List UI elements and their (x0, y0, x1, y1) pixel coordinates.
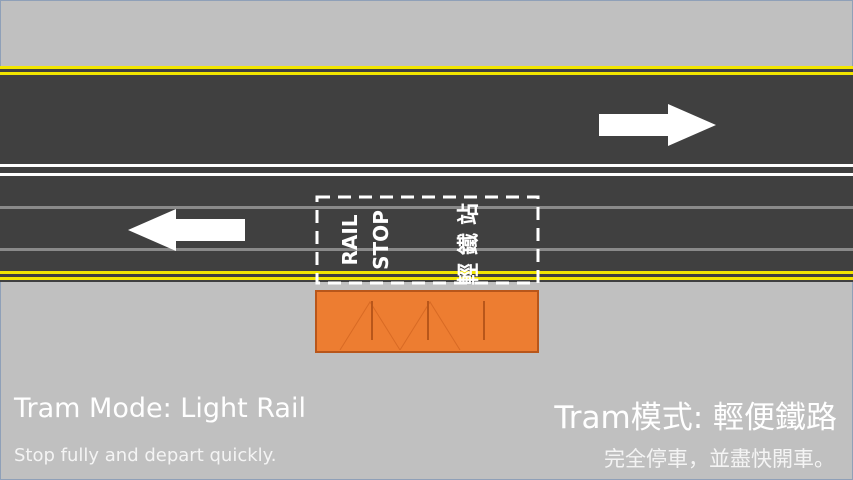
mode-subtitle-zh: 完全停車，並盡快開車。 (604, 447, 835, 471)
mode-title-zh: Tram模式: 輕便鐵路 (554, 400, 837, 436)
mode-subtitle-en: Stop fully and depart quickly. (14, 445, 277, 466)
stop-label-stop: STOP (369, 210, 393, 270)
rail-upper (0, 206, 853, 209)
tram-platform (315, 290, 539, 353)
stop-label-zh: 輕鐵站 (456, 195, 482, 285)
rail-lower (0, 248, 853, 251)
tram-mode-diagram: RAIL STOP 輕鐵站 Tram Mode: Light Rail Stop… (0, 0, 853, 480)
mode-title-en: Tram Mode: Light Rail (14, 393, 306, 424)
stop-label-rail: RAIL (338, 214, 362, 265)
